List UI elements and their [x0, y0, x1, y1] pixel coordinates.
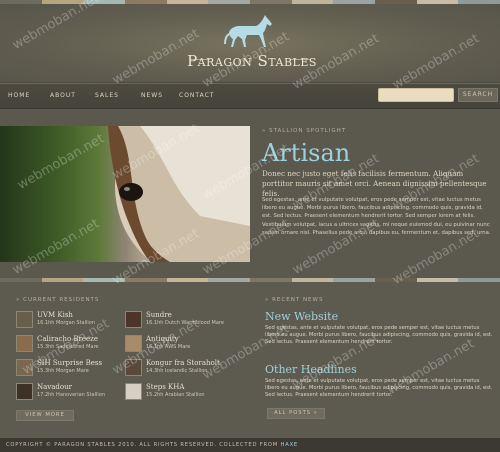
resident-desc: 16.1hh AWS Mare: [146, 344, 191, 350]
resident-item[interactable]: UVM Kish 16.1hh Morgan Stallion: [16, 311, 126, 331]
news-label: » RECENT NEWS: [265, 297, 324, 303]
footer-text-row: COPYRIGHT © PARAGON STABLES 2010. ALL RI…: [6, 438, 298, 452]
resident-item[interactable]: Antiquity 16.1hh AWS Mare: [125, 335, 235, 355]
resident-thumb: [16, 383, 33, 400]
news-text-2: Sed egestas, ante et vulputate volutpat,…: [265, 378, 493, 399]
resident-name: Sundre: [146, 311, 172, 319]
news-text-1: Sed egestas, ante et vulputate volutpat,…: [265, 325, 493, 346]
resident-name: Navadour: [37, 383, 72, 391]
nav-home[interactable]: HOME: [8, 84, 50, 108]
nav-contact[interactable]: CONTACT: [179, 84, 229, 108]
resident-name: UVM Kish: [37, 311, 73, 319]
nav-about[interactable]: ABOUT: [50, 84, 95, 108]
resident-desc: 15.3hh Saddlebred Mare: [37, 344, 99, 350]
resident-thumb: [16, 359, 33, 376]
resident-thumb: [125, 335, 142, 352]
resident-desc: 16.1hh Dutch Warmblood Mare: [146, 320, 224, 326]
view-more-button[interactable]: VIEW MORE: [16, 410, 74, 421]
copyright-text: COPYRIGHT © PARAGON STABLES 2010. ALL RI…: [6, 442, 281, 448]
resident-item[interactable]: Steps KHA 15.2hh Arabian Stallion: [125, 383, 235, 403]
nav-bar: HOME ABOUT SALES NEWS CONTACT SEARCH: [0, 83, 500, 109]
resident-desc: 15.2hh Arabian Stallion: [146, 392, 205, 398]
resident-name: Steps KHA: [146, 383, 185, 391]
resident-thumb: [125, 383, 142, 400]
feature-horse-photo: [0, 126, 250, 262]
search-input[interactable]: [378, 88, 454, 102]
resident-thumb: [16, 311, 33, 328]
news-title-1[interactable]: New Website: [265, 310, 338, 323]
resident-name: Antiquity: [146, 335, 179, 343]
footer-link[interactable]: HAXE: [281, 442, 298, 448]
brand-name[interactable]: Paragon Stables: [182, 52, 322, 70]
resident-thumb: [125, 311, 142, 328]
resident-desc: 15.3hh Morgan Mare: [37, 368, 89, 374]
resident-thumb: [125, 359, 142, 376]
resident-item[interactable]: Kongur fra Storaholt 14.3hh Icelandic St…: [125, 359, 235, 379]
search-button[interactable]: SEARCH: [458, 88, 498, 102]
resident-item[interactable]: Sundre 16.1hh Dutch Warmblood Mare: [125, 311, 235, 331]
site-header: Paragon Stables: [0, 4, 500, 83]
nav-sales[interactable]: SALES: [95, 84, 141, 108]
feature-intro: Donec nec justo eget felis facilisis fer…: [262, 169, 487, 198]
footer: COPYRIGHT © PARAGON STABLES 2010. ALL RI…: [0, 438, 500, 452]
resident-thumb: [16, 335, 33, 352]
horse-photo-illustration: [108, 126, 250, 262]
resident-name: Kongur fra Storaholt: [146, 359, 220, 367]
feature-title[interactable]: Artisan: [262, 139, 350, 167]
resident-item[interactable]: SIH Surprise Bess 15.3hh Morgan Mare: [16, 359, 126, 379]
feature-body: Sed egestas, ante et vulputate volutpat,…: [262, 197, 491, 236]
all-posts-button[interactable]: ALL POSTS »: [267, 408, 325, 419]
resident-desc: 16.1hh Morgan Stallion: [37, 320, 95, 326]
main-nav: HOME ABOUT SALES NEWS CONTACT: [8, 84, 229, 108]
feature-label: » STALLION SPOTLIGHT: [262, 128, 347, 134]
news-title-2[interactable]: Other Headlines: [265, 363, 357, 376]
resident-desc: 14.3hh Icelandic Stallion: [146, 368, 208, 374]
horse-logo-icon: [224, 15, 272, 47]
resident-item[interactable]: Navadour 17.2hh Hanoverian Stallion: [16, 383, 126, 403]
nav-news[interactable]: NEWS: [141, 84, 179, 108]
residents-label: » CURRENT RESIDENTS: [16, 297, 100, 303]
resident-name: SIH Surprise Bess: [37, 359, 103, 367]
resident-item[interactable]: Caliracho Breeze 15.3hh Saddlebred Mare: [16, 335, 126, 355]
resident-name: Caliracho Breeze: [37, 335, 99, 343]
resident-desc: 17.2hh Hanoverian Stallion: [37, 392, 106, 398]
